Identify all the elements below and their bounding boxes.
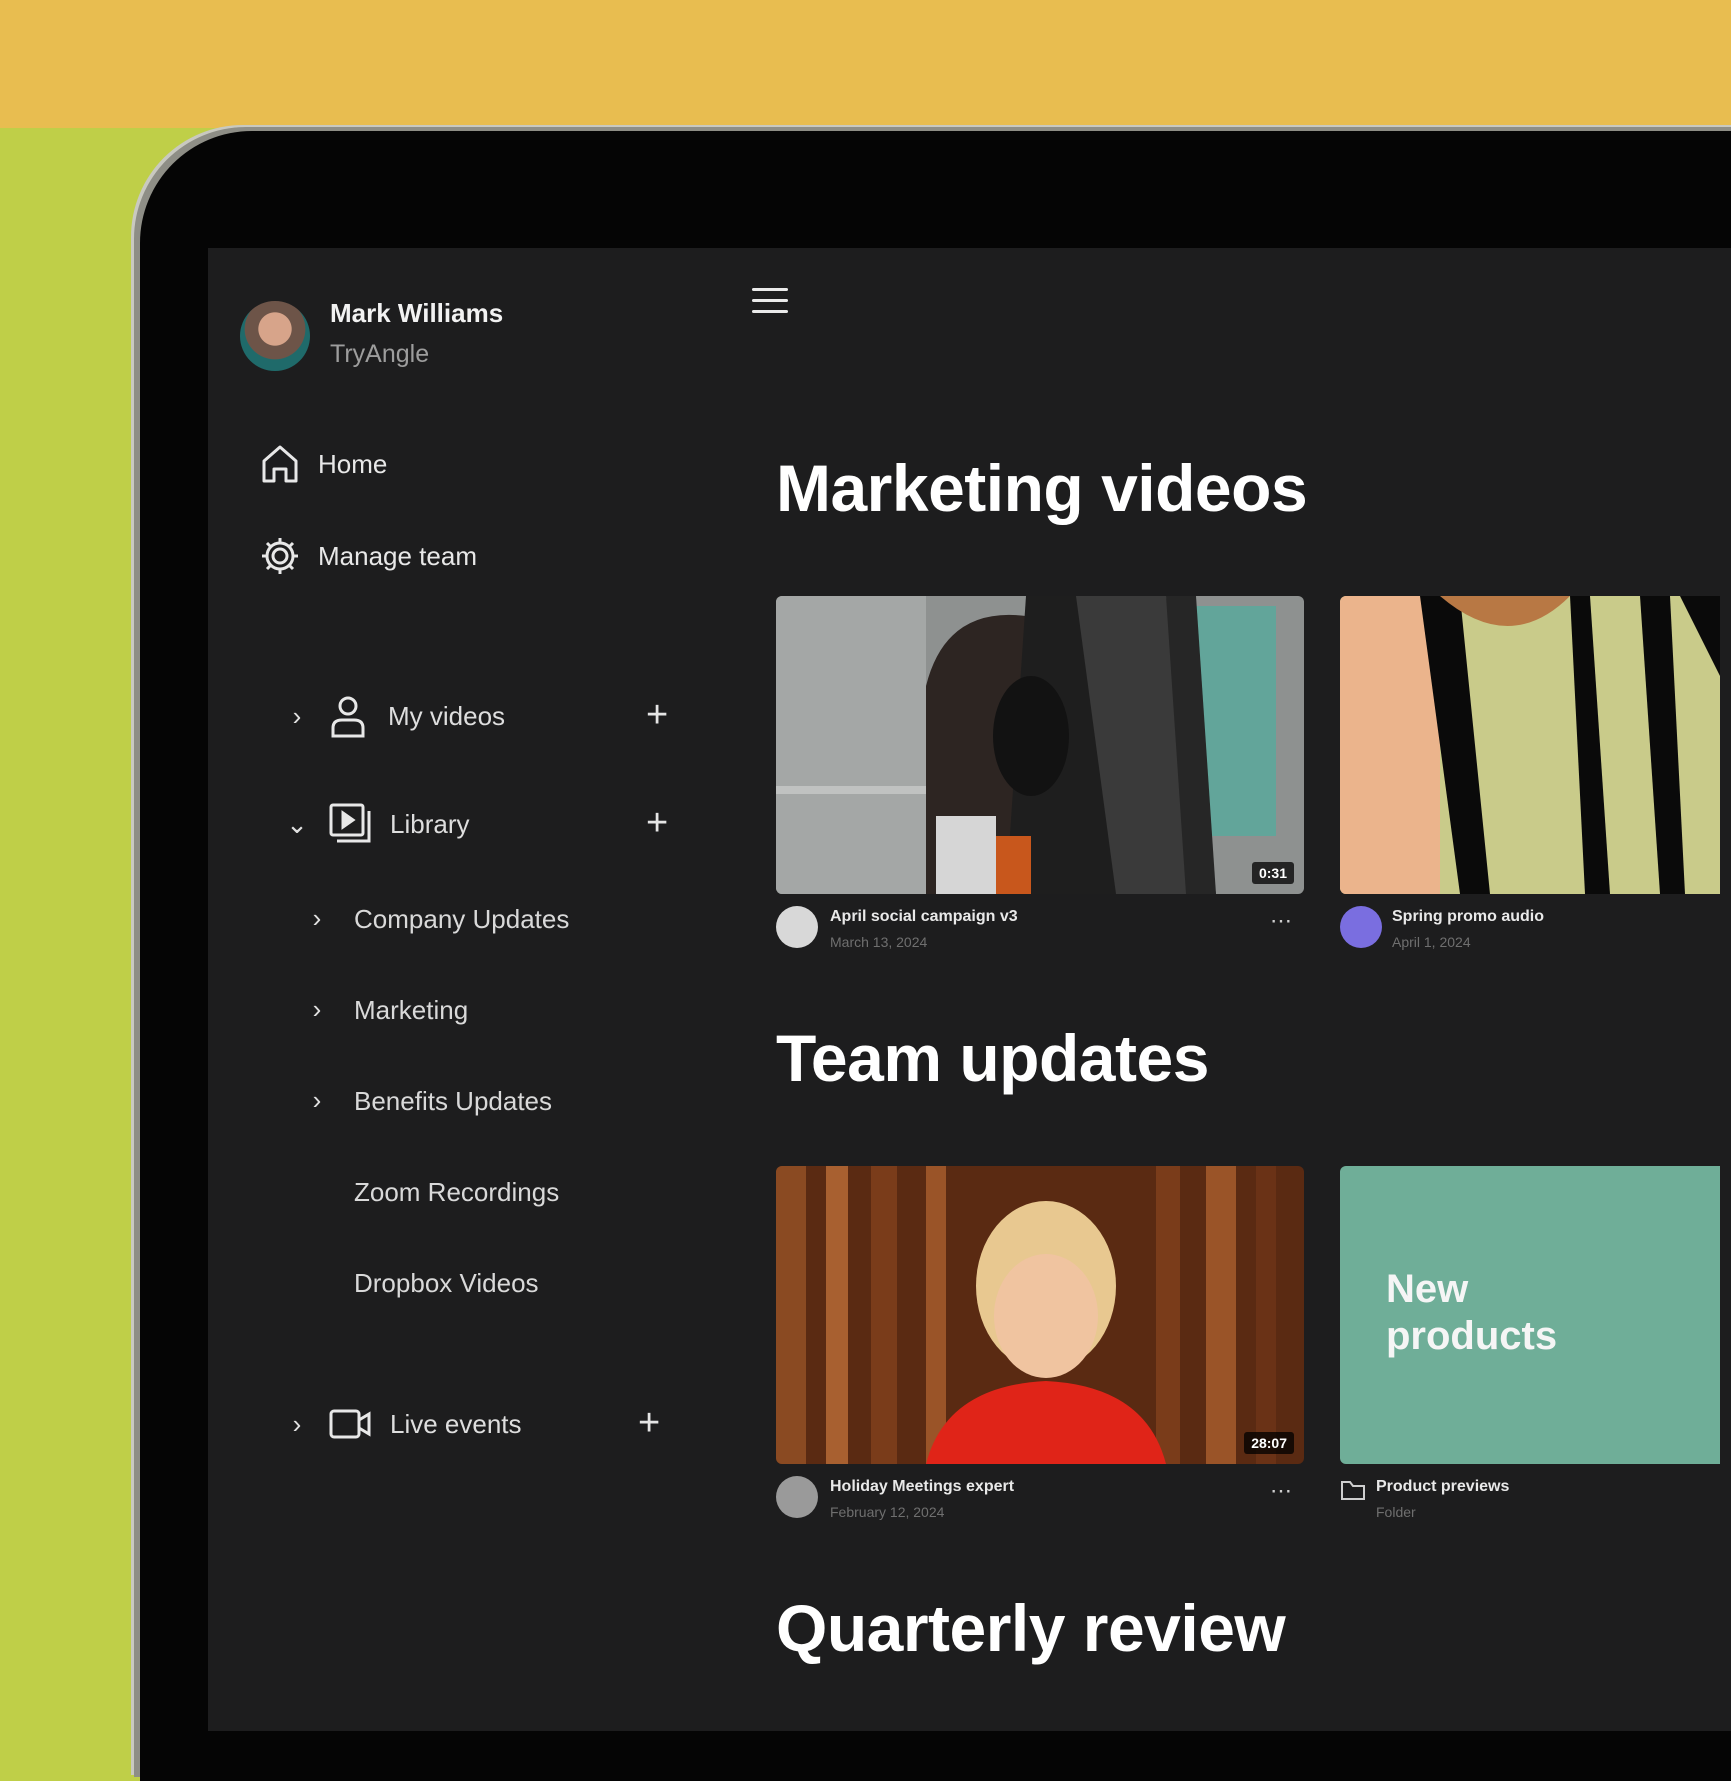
add-my-video-button[interactable]: + xyxy=(646,696,668,734)
thumbnail-image xyxy=(776,596,1304,894)
video-title[interactable]: Holiday Meetings expert xyxy=(830,1478,1014,1496)
menu-icon[interactable] xyxy=(752,288,788,318)
video-title[interactable]: Product previews xyxy=(1376,1478,1509,1496)
add-library-button[interactable]: + xyxy=(646,804,668,842)
library-item-label: Company Updates xyxy=(354,904,570,934)
avatar xyxy=(776,1476,818,1518)
tree-item-library[interactable]: ⌄ Library xyxy=(286,802,469,846)
more-options-icon[interactable]: ⋯ xyxy=(1270,908,1293,934)
video-title[interactable]: April social campaign v3 xyxy=(830,908,1018,926)
nav-item-label: Manage team xyxy=(318,540,477,571)
chevron-right-icon[interactable]: › xyxy=(306,1078,328,1122)
video-thumbnail[interactable] xyxy=(1340,596,1720,894)
tile-text: New products xyxy=(1386,1267,1558,1359)
tree-item-label: My videos xyxy=(388,700,506,731)
video-thumbnail[interactable]: 0:31 xyxy=(776,596,1304,894)
library-item-label: Zoom Recordings xyxy=(354,1177,560,1207)
library-item-label: Marketing xyxy=(354,995,469,1025)
video-title[interactable]: Spring promo audio xyxy=(1392,908,1544,926)
chevron-right-icon[interactable]: › xyxy=(286,1402,308,1446)
user-org: TryAngle xyxy=(330,340,430,368)
video-date: February 12, 2024 xyxy=(830,1504,945,1520)
tree-item-live-events[interactable]: › Live events xyxy=(286,1402,522,1446)
person-icon xyxy=(328,694,368,738)
tree-item-label: Live events xyxy=(390,1408,522,1439)
library-item-label: Benefits Updates xyxy=(354,1086,553,1116)
folder-icon xyxy=(1340,1478,1366,1507)
video-camera-icon xyxy=(328,1407,372,1441)
library-item-marketing[interactable]: › Marketing xyxy=(313,994,469,1026)
library-item-label: Dropbox Videos xyxy=(354,1268,539,1298)
video-subtitle: Folder xyxy=(1376,1504,1416,1520)
library-icon xyxy=(328,802,372,846)
tree-item-label: Library xyxy=(390,808,470,839)
duration-badge: 0:31 xyxy=(1251,862,1294,884)
section-title: Quarterly review xyxy=(776,1591,1286,1665)
video-date: April 1, 2024 xyxy=(1392,934,1471,950)
library-item-zoom-recordings[interactable]: Zoom Recordings xyxy=(354,1177,559,1208)
thumbnail-image xyxy=(1340,596,1720,894)
library-item-company-updates[interactable]: › Company Updates xyxy=(313,903,570,935)
nav-item-home[interactable]: Home xyxy=(258,442,387,486)
avatar xyxy=(1340,906,1382,948)
tree-item-my-videos[interactable]: › My videos xyxy=(286,694,505,738)
chevron-right-icon[interactable]: › xyxy=(306,896,328,940)
folder-tile[interactable]: New products xyxy=(1340,1166,1720,1464)
library-item-benefits-updates[interactable]: › Benefits Updates xyxy=(313,1085,553,1117)
user-name: Mark Williams xyxy=(330,298,504,328)
home-icon xyxy=(258,442,302,486)
avatar xyxy=(776,906,818,948)
nav-item-manage-team[interactable]: Manage team xyxy=(258,534,477,578)
more-options-icon[interactable]: ⋯ xyxy=(1270,1478,1293,1504)
library-item-dropbox-videos[interactable]: Dropbox Videos xyxy=(354,1268,539,1299)
chevron-right-icon[interactable]: › xyxy=(286,694,308,738)
video-thumbnail[interactable]: 28:07 xyxy=(776,1166,1304,1464)
chevron-down-icon[interactable]: ⌄ xyxy=(286,802,308,846)
section-title: Marketing videos xyxy=(776,451,1308,525)
avatar[interactable] xyxy=(240,301,310,371)
gear-icon xyxy=(258,534,302,578)
background-yellow-band xyxy=(0,0,1731,128)
add-live-event-button[interactable]: + xyxy=(638,1404,660,1442)
duration-badge: 28:07 xyxy=(1244,1432,1294,1454)
section-title: Team updates xyxy=(776,1021,1209,1095)
thumbnail-image xyxy=(776,1166,1304,1464)
video-date: March 13, 2024 xyxy=(830,934,928,950)
nav-item-label: Home xyxy=(318,448,388,479)
chevron-right-icon[interactable]: › xyxy=(306,987,328,1031)
app-window: Mark Williams TryAngle Home Manage team … xyxy=(208,248,1731,1731)
